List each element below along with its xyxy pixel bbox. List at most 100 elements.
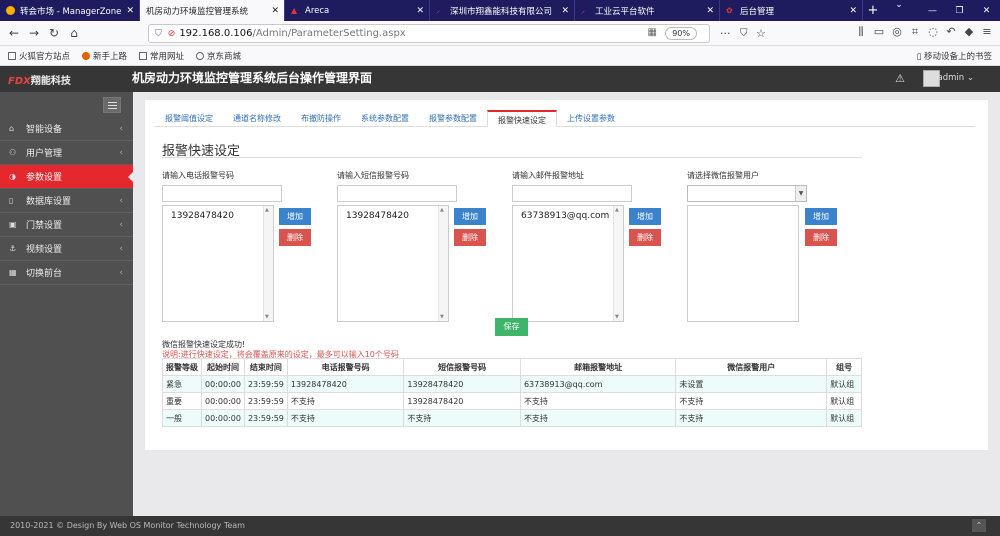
- sidebar-item-label: 视频设置: [26, 245, 63, 255]
- settings-tab[interactable]: 上传设置参数: [557, 110, 625, 126]
- settings-tab[interactable]: 系统参数配置: [351, 110, 419, 126]
- huawei-favicon-icon: ✿: [726, 6, 733, 15]
- email-address-input[interactable]: [512, 185, 632, 202]
- user-menu[interactable]: admin ⌄: [938, 73, 974, 83]
- bookmark-item[interactable]: ​新手上路: [82, 50, 127, 62]
- email-alarm-label: 请输入邮件报警地址: [512, 171, 584, 180]
- browser-tab-active[interactable]: 机房动力环境监控管理系统 ✕: [140, 0, 285, 21]
- phone-number-input[interactable]: [162, 185, 282, 202]
- add-sms-button[interactable]: 增加: [454, 208, 486, 225]
- mobile-bookmarks[interactable]: ▯ 移动设备上的书签: [917, 50, 992, 62]
- table-header-cell: 邮箱报警地址: [519, 358, 677, 376]
- account-icon[interactable]: ◎: [888, 25, 906, 39]
- table-cell: 00:00:00: [201, 392, 245, 410]
- sidebar-item[interactable]: ⚓ 视频设置 ‹: [0, 237, 133, 261]
- url-bar[interactable]: ⛉ ⊘ 192.168.0.106/Admin/ParameterSetting…: [148, 24, 710, 43]
- close-tab-icon[interactable]: ✕: [561, 6, 569, 16]
- chevron-left-icon: ‹: [119, 123, 123, 134]
- settings-tab[interactable]: 布撤防操作: [291, 110, 351, 126]
- sms-number-input[interactable]: [337, 185, 457, 202]
- sidebar-toggle-button[interactable]: [103, 97, 121, 113]
- delete-sms-button[interactable]: 删除: [454, 229, 486, 246]
- phone-number-list[interactable]: 13928478420: [162, 205, 274, 322]
- back-arrow-icon[interactable]: ←: [4, 26, 24, 40]
- settings-tab[interactable]: 通道名称修改: [223, 110, 291, 126]
- bookmark-star-icon[interactable]: ☆: [756, 27, 766, 40]
- firefox-icon: ​: [82, 51, 91, 60]
- undo-icon[interactable]: ↶: [942, 25, 960, 39]
- page-actions-icon[interactable]: ···: [720, 27, 731, 40]
- extension-icon[interactable]: ◆: [960, 25, 978, 39]
- sidebar-item[interactable]: ▣ 门禁设置 ‹: [0, 213, 133, 237]
- logo: FDX翔能科技: [8, 76, 71, 87]
- list-item[interactable]: 13928478420: [346, 211, 409, 221]
- bookmark-item[interactable]: ​常用网址: [139, 50, 184, 62]
- library-icon[interactable]: ⫼: [852, 25, 870, 39]
- table-cell: 默认组: [826, 375, 862, 393]
- app-title: 机房动力环境监控管理系统后台操作管理界面: [132, 71, 373, 85]
- browser-tab[interactable]: ✿ 后台管理 ✕: [720, 0, 863, 21]
- new-tab-icon[interactable]: +: [863, 0, 883, 21]
- close-tab-icon[interactable]: ✕: [706, 6, 714, 16]
- sidebar-item[interactable]: ⌂ 智能设备 ‹: [0, 117, 133, 141]
- delete-email-button[interactable]: 删除: [629, 229, 661, 246]
- screenshot-icon[interactable]: ⌗: [906, 25, 924, 39]
- table-cell: 未设置: [675, 375, 828, 393]
- settings-tab[interactable]: 报警参数配置: [419, 110, 487, 126]
- list-item[interactable]: 13928478420: [171, 211, 234, 221]
- warning-icon[interactable]: ⚠: [895, 72, 905, 85]
- insecure-lock-icon: ⊘: [167, 28, 176, 39]
- scroll-to-top-icon[interactable]: ⌃: [972, 519, 986, 532]
- settings-tab[interactable]: 报警快速设定: [487, 110, 557, 127]
- wechat-user-select[interactable]: ▼: [687, 185, 807, 202]
- sidebar-item[interactable]: ⚇ 用户管理 ‹: [0, 141, 133, 165]
- tab-list-chevron-icon[interactable]: ⌄: [890, 0, 908, 10]
- browser-tab[interactable]: ⸝ 工业云平台软件 ✕: [575, 0, 720, 21]
- chevron-left-icon: ‹: [119, 147, 123, 158]
- wechat-user-list[interactable]: [687, 205, 799, 322]
- browser-tab[interactable]: ⸝ 深圳市翔鑫能科技有限公司 ✕: [430, 0, 575, 21]
- chevron-down-icon: ▼: [795, 186, 806, 201]
- close-tab-icon[interactable]: ✕: [126, 6, 134, 16]
- forward-arrow-icon[interactable]: →: [24, 26, 44, 40]
- window-controls: ⌄ — ❐ ✕: [895, 0, 1000, 21]
- zoom-level[interactable]: 90%: [665, 27, 697, 40]
- qr-code-icon[interactable]: ▦: [648, 27, 657, 38]
- table-body: 紧急 00:00:00 23:59:59 13928478420 13928478420…: [162, 375, 862, 427]
- menu-hamburger-icon[interactable]: ≡: [978, 25, 996, 39]
- sidebar-item[interactable]: ◑ 参数设置: [0, 165, 133, 189]
- sidebar-icon[interactable]: ▭: [870, 25, 888, 39]
- browser-tab[interactable]: ▲ Areca ✕: [285, 0, 430, 21]
- email-address-list[interactable]: 63738913@qq.com: [512, 205, 624, 322]
- close-tab-icon[interactable]: ✕: [849, 6, 857, 16]
- minimize-icon[interactable]: —: [919, 0, 946, 21]
- add-wechat-button[interactable]: 增加: [805, 208, 837, 225]
- save-button[interactable]: 保存: [495, 318, 528, 336]
- list-item[interactable]: 63738913@qq.com: [521, 211, 609, 221]
- restore-icon[interactable]: ❐: [946, 0, 973, 21]
- bookmark-item[interactable]: ​火狐官方站点: [8, 50, 70, 62]
- sidebar-item[interactable]: ▦ 切换前台 ‹: [0, 261, 133, 285]
- delete-phone-button[interactable]: 删除: [279, 229, 311, 246]
- add-email-button[interactable]: 增加: [629, 208, 661, 225]
- chevron-left-icon: ‹: [119, 195, 123, 206]
- reload-icon[interactable]: ↻: [44, 26, 64, 40]
- sidebar-item[interactable]: ▯ 数据库设置 ‹: [0, 189, 133, 213]
- close-tab-icon[interactable]: ✕: [416, 6, 424, 16]
- browser-tab[interactable]: 转会市场 - ManagerZone ✕: [0, 0, 140, 21]
- sms-number-list[interactable]: 13928478420: [337, 205, 449, 322]
- settings-tab[interactable]: 报警阈值设定: [155, 110, 223, 126]
- table-cell: 重要: [162, 392, 202, 410]
- home-icon[interactable]: ⌂: [64, 26, 84, 40]
- add-phone-button[interactable]: 增加: [279, 208, 311, 225]
- close-window-icon[interactable]: ✕: [973, 0, 1000, 21]
- folder-icon: ▯: [916, 51, 924, 62]
- list-scrollbar[interactable]: [263, 206, 273, 321]
- bookmark-item[interactable]: ​京东商城: [196, 50, 241, 62]
- chat-icon[interactable]: ◌: [924, 25, 942, 39]
- list-scrollbar[interactable]: [613, 206, 623, 321]
- pocket-icon[interactable]: ⛉: [740, 28, 748, 39]
- close-tab-icon[interactable]: ✕: [271, 6, 279, 16]
- delete-wechat-button[interactable]: 删除: [805, 229, 837, 246]
- list-scrollbar[interactable]: [438, 206, 448, 321]
